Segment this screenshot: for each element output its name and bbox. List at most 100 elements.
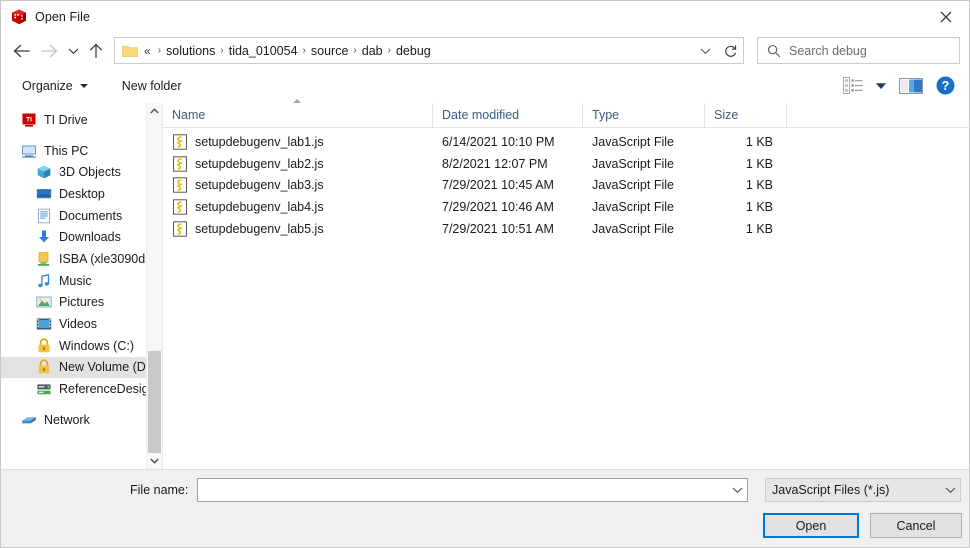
javascript-file-icon [172,156,188,172]
table-row[interactable]: setupdebugenv_lab2.js 8/2/2021 12:07 PM … [163,153,969,175]
network-share-icon [36,381,52,397]
file-name-cell: setupdebugenv_lab2.js [163,156,433,172]
address-bar[interactable]: « › solutions › tida_010054 › source › d… [114,37,719,64]
sidebar-item-label: ReferenceDesign [59,382,146,397]
sidebar-item-music[interactable]: Music [1,270,146,292]
open-button[interactable]: Open [763,513,859,538]
sidebar-item-label: Windows (C:) [59,338,135,353]
sidebar-item-documents[interactable]: Documents [1,205,146,227]
sidebar-item-this-pc[interactable]: This PC [1,140,146,162]
scroll-down-button[interactable] [147,453,162,469]
column-label: Size [714,108,739,122]
sidebar-item-referencedesign[interactable]: ReferenceDesign [1,378,146,400]
file-name-cell: setupdebugenv_lab3.js [163,177,433,194]
file-rows: setupdebugenv_lab1.js 6/14/2021 10:10 PM… [163,128,969,469]
refresh-button[interactable] [718,37,744,64]
sidebar-item-new-volume-d[interactable]: New Volume (D:) [1,356,146,379]
file-name: setupdebugenv_lab2.js [195,156,324,171]
arrow-left-icon [13,44,30,57]
column-header-name[interactable]: Name [163,99,433,127]
javascript-file-icon [172,199,188,215]
view-dropdown-button[interactable] [870,73,892,99]
column-header-date-modified[interactable]: Date modified [433,103,583,127]
column-header-type[interactable]: Type [583,103,705,127]
sidebar-item-network[interactable]: Network [1,409,146,431]
filter-dropdown-button[interactable] [940,486,960,494]
table-row[interactable]: setupdebugenv_lab4.js 7/29/2021 10:46 AM… [163,196,969,218]
file-name: setupdebugenv_lab1.js [195,134,324,149]
file-size-cell: 1 KB [745,178,773,193]
search-input[interactable]: Search debug [789,44,867,58]
view-layout-icon [843,77,863,94]
scrollbar-thumb[interactable] [148,351,161,468]
sidebar-item-pictures[interactable]: Pictures [1,292,146,314]
organize-button[interactable]: Organize [17,73,93,99]
sort-ascending-icon [293,99,301,103]
new-folder-button[interactable]: New folder [117,73,187,99]
sidebar-item-desktop[interactable]: Desktop [1,183,146,205]
cancel-button-wrapper: Cancel [870,513,962,538]
javascript-file-icon [172,221,188,237]
table-row[interactable]: setupdebugenv_lab1.js 6/14/2021 10:10 PM… [163,131,969,153]
address-dropdown-button[interactable] [696,47,714,55]
forward-button [35,37,63,65]
change-view-button[interactable] [836,73,870,99]
recent-locations-button[interactable] [63,37,83,65]
column-label: Name [172,108,206,122]
back-button[interactable] [7,37,35,65]
arrow-up-icon [89,43,103,58]
breadcrumb-item-dab[interactable]: dab [362,44,383,58]
file-type-cell: JavaScript File [592,156,674,171]
navigation-bar: « › solutions › tida_010054 › source › d… [1,32,969,69]
sidebar-item-isba[interactable]: ISBA (xle3090dm [1,248,146,270]
breadcrumb-separator: › [302,44,306,56]
chevron-down-icon [700,48,710,54]
table-row[interactable]: setupdebugenv_lab3.js 7/29/2021 10:45 AM… [163,175,969,197]
sidebar-item-windows-c[interactable]: Windows (C:) [1,335,146,357]
sidebar-item-3d-objects[interactable]: 3D Objects [1,161,146,183]
svg-text:?: ? [941,79,949,93]
caret-down-icon [79,83,88,88]
file-name-input[interactable] [197,478,748,502]
close-icon [940,11,952,22]
breadcrumb-item-tida[interactable]: tida_010054 [229,44,298,58]
folder-icon [122,44,138,57]
file-type-filter-select[interactable]: JavaScript Files (*.js) [765,478,961,502]
file-type-filter-value: JavaScript Files (*.js) [772,483,890,497]
scroll-up-button[interactable] [147,103,162,119]
chevron-down-icon [732,487,742,494]
help-button[interactable]: ? [930,73,960,99]
column-header-size[interactable]: Size [705,103,787,127]
file-date-cell: 7/29/2021 10:51 AM [442,222,554,237]
file-name-dropdown-button[interactable] [727,486,747,494]
table-row[interactable]: setupdebugenv_lab5.js 7/29/2021 10:51 AM… [163,218,969,240]
sidebar-item-downloads[interactable]: Downloads [1,226,146,248]
sidebar-item-label: Pictures [59,295,105,310]
sidebar-item-label: This PC [44,143,89,158]
preview-pane-button[interactable] [892,73,930,99]
chevron-up-icon [150,108,159,114]
breadcrumb-item-debug[interactable]: debug [396,44,431,58]
file-type-cell: JavaScript File [592,134,674,149]
navigation-pane: TI TI Drive This PC 3D Objects Desktop D… [1,103,162,469]
breadcrumb-separator: › [157,44,162,56]
chevron-down-icon [945,487,955,494]
open-file-dialog: Open File « › solutions › tida_010054 › … [0,0,970,548]
sidebar-item-ti-drive[interactable]: TI TI Drive [1,109,146,131]
close-button[interactable] [923,1,969,32]
up-button[interactable] [83,37,109,65]
file-date-cell: 6/14/2021 10:10 PM [442,134,555,149]
sidebar-scrollbar[interactable] [146,103,162,469]
cancel-button[interactable]: Cancel [870,513,962,538]
music-icon [36,273,52,289]
search-box[interactable]: Search debug [757,37,960,64]
sidebar-item-videos[interactable]: Videos [1,313,146,335]
file-name-cell: setupdebugenv_lab1.js [163,134,433,150]
breadcrumb-overflow[interactable]: « [144,44,151,58]
file-name-label: File name: [130,483,189,497]
breadcrumb-item-solutions[interactable]: solutions [166,44,215,58]
sidebar-item-label: New Volume (D:) [59,360,146,375]
column-label: Type [592,108,620,122]
breadcrumb-item-source[interactable]: source [311,44,349,58]
